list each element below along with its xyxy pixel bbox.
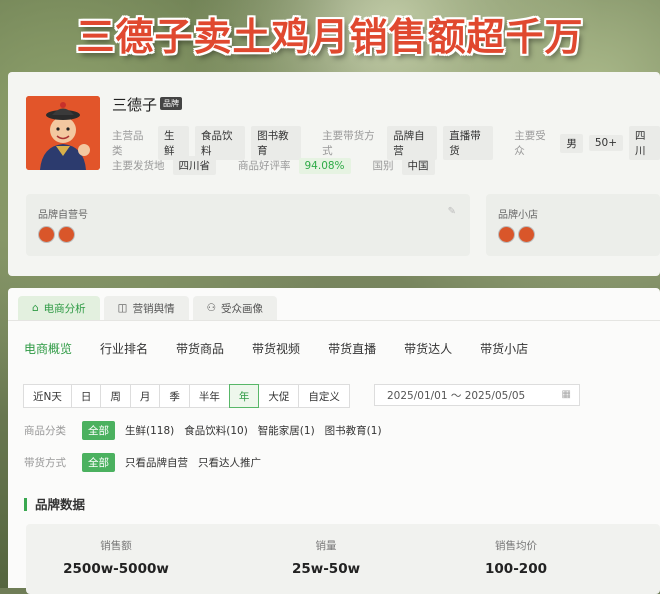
- stat-avg-price: 销售均价 100-200: [485, 540, 547, 577]
- time-btn-day[interactable]: 日: [70, 384, 102, 408]
- self-account-box[interactable]: 品牌自营号 ✎: [26, 194, 470, 256]
- rating-label: 商品好评率: [238, 160, 291, 172]
- audience-chip: 男: [560, 133, 583, 153]
- sub-nav: 电商概览 行业排名 带货商品 带货视频 带货直播 带货达人 带货小店: [24, 340, 528, 357]
- mode-option[interactable]: 只看品牌自营: [125, 455, 188, 470]
- sales-mode-label: 主要带货方式: [322, 130, 375, 157]
- brand-stats: 销售额 2500w-5000w 销量 25w-50w 销售均价 100-200: [26, 524, 660, 594]
- subnav-ranking[interactable]: 行业排名: [100, 340, 148, 357]
- subnav-products[interactable]: 带货商品: [176, 340, 224, 357]
- category-chip: 生鲜: [158, 126, 190, 160]
- rating-chip: 94.08%: [298, 157, 351, 174]
- shop-avatar-icon[interactable]: [518, 226, 535, 243]
- shop-title: 品牌小店: [498, 210, 538, 221]
- brand-info-row-1: 主营品类 生鲜 食品饮料 图书教育 主要带货方式 品牌自营 直播带货 主要受众 …: [112, 126, 660, 160]
- stat-volume: 销量 25w-50w: [291, 540, 361, 577]
- account-avatar-icon[interactable]: [58, 226, 75, 243]
- self-account-title: 品牌自营号: [38, 210, 88, 221]
- mode-all-button[interactable]: 全部: [82, 453, 115, 472]
- time-btn-promo[interactable]: 大促: [258, 384, 300, 408]
- sales-mode-chip: 直播带货: [443, 126, 494, 160]
- category-option[interactable]: 生鲜(118): [125, 423, 174, 438]
- category-chip: 图书教育: [251, 126, 302, 160]
- calendar-icon: ▦: [561, 389, 571, 400]
- category-option[interactable]: 食品饮料(10): [184, 423, 248, 438]
- time-btn-custom[interactable]: 自定义: [298, 384, 350, 408]
- category-all-button[interactable]: 全部: [82, 421, 115, 440]
- tab-ecommerce[interactable]: ⌂ 电商分析: [18, 296, 100, 320]
- time-btn-recent[interactable]: 近N天: [23, 384, 72, 408]
- category-label: 主营品类: [112, 130, 144, 157]
- brand-badge: 品牌: [160, 97, 182, 110]
- tab-marketing[interactable]: ◫ 营销舆情: [103, 296, 189, 320]
- origin-label: 主要发货地: [112, 160, 165, 172]
- brand-info-row-2: 主要发货地 四川省 商品好评率 94.08% 国别 中国: [112, 156, 435, 175]
- audience-label: 主要受众: [514, 130, 546, 157]
- shield-icon: ◫: [117, 302, 128, 314]
- subnav-overview[interactable]: 电商概览: [24, 340, 72, 357]
- brand-name: 三德子: [112, 96, 158, 114]
- stat-sales: 销售额 2500w-5000w: [63, 540, 169, 577]
- origin-chip: 四川省: [172, 156, 216, 175]
- audience-chip: 50+: [588, 135, 623, 151]
- users-icon: ⚇: [206, 302, 217, 314]
- category-option[interactable]: 智能家居(1): [258, 423, 315, 438]
- time-btn-quarter[interactable]: 季: [159, 384, 190, 408]
- sales-mode-chip: 品牌自营: [387, 126, 438, 160]
- avatar-illustration: [26, 96, 100, 170]
- tab-audience[interactable]: ⚇ 受众画像: [192, 296, 278, 320]
- subnav-influencers[interactable]: 带货达人: [404, 340, 452, 357]
- category-chip: 食品饮料: [195, 126, 246, 160]
- audience-chip: 四川: [629, 126, 660, 160]
- subnav-live[interactable]: 带货直播: [328, 340, 376, 357]
- shop-icon: ⌂: [32, 302, 39, 314]
- category-option[interactable]: 图书教育(1): [325, 423, 382, 438]
- mode-option[interactable]: 只看达人推广: [198, 455, 261, 470]
- headline: 三德子卖土鸡月销售额超千万: [76, 15, 584, 59]
- account-avatar-icon[interactable]: [38, 226, 55, 243]
- brand-card: 三德子 品牌 主营品类 生鲜 食品饮料 图书教育 主要带货方式 品牌自营 直播带…: [8, 72, 660, 276]
- main-tabs: ⌂ 电商分析 ◫ 营销舆情 ⚇ 受众画像: [18, 296, 278, 320]
- tab-divider: [8, 320, 660, 321]
- country-chip: 中国: [401, 156, 435, 175]
- category-filter: 商品分类 全部 生鲜(118) 食品饮料(10) 智能家居(1) 图书教育(1): [24, 421, 382, 440]
- shop-avatar-icon[interactable]: [498, 226, 515, 243]
- time-btn-halfyear[interactable]: 半年: [188, 384, 230, 408]
- time-btn-year[interactable]: 年: [228, 384, 260, 408]
- mode-filter: 带货方式 全部 只看品牌自营 只看达人推广: [24, 453, 261, 472]
- brand-avatar[interactable]: [26, 96, 100, 170]
- subnav-shops[interactable]: 带货小店: [480, 340, 528, 357]
- time-btn-month[interactable]: 月: [129, 384, 161, 408]
- time-btn-week[interactable]: 周: [100, 384, 131, 408]
- time-range-selector: 近N天 日 周 月 季 半年 年 大促 自定义: [23, 384, 350, 408]
- date-range-picker[interactable]: 2025/01/01 ～ 2025/05/05 ▦: [374, 384, 580, 406]
- analysis-panel: ⌂ 电商分析 ◫ 营销舆情 ⚇ 受众画像 电商概览 行业排名 带货商品 带货视频…: [8, 288, 660, 594]
- country-label: 国别: [372, 160, 394, 172]
- edit-icon[interactable]: ✎: [448, 206, 456, 217]
- subnav-videos[interactable]: 带货视频: [252, 340, 300, 357]
- section-title: 品牌数据: [24, 498, 85, 511]
- shop-box[interactable]: 品牌小店: [486, 194, 660, 256]
